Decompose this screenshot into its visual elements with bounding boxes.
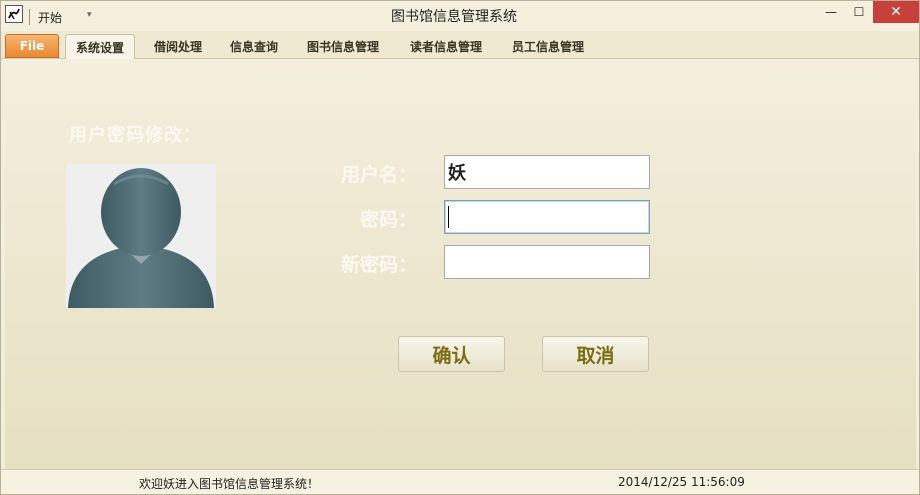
tab-system-settings[interactable]: 系统设置: [65, 34, 136, 59]
status-bar: 欢迎妖进入图书馆信息管理系统！ 2014/12/25 11:56:09: [1, 469, 919, 494]
password-input[interactable]: [444, 200, 650, 234]
tab-book-management[interactable]: 图书信息管理: [297, 34, 389, 58]
password-label: 密码：: [359, 209, 417, 231]
new-password-label: 新密码：: [340, 254, 417, 276]
tab-reader-management[interactable]: 读者信息管理: [400, 34, 492, 58]
main-window: 开始 ▾ 图书馆信息管理系统 — ☐ ✕ File 系统设置 借阅处理 信息查询…: [0, 0, 920, 495]
close-button[interactable]: ✕: [873, 1, 919, 23]
tab-staff-management[interactable]: 员工信息管理: [502, 34, 594, 58]
new-password-input[interactable]: [444, 245, 650, 279]
user-avatar-icon: [66, 164, 216, 308]
cancel-button[interactable]: 取消: [542, 336, 649, 372]
title-bar: 开始 ▾ 图书馆信息管理系统 — ☐ ✕: [1, 1, 919, 31]
status-datetime: 2014/12/25 11:56:09: [618, 475, 745, 489]
username-input[interactable]: 妖: [444, 155, 650, 189]
username-label: 用户名：: [340, 164, 417, 186]
ribbon-tabs: File 系统设置 借阅处理 信息查询 图书信息管理 读者信息管理 员工信息管理: [1, 31, 919, 59]
tab-borrowing[interactable]: 借阅处理: [144, 34, 212, 58]
section-title: 用户密码修改：: [69, 125, 202, 146]
confirm-button[interactable]: 确认: [398, 336, 505, 372]
text-caret: [448, 206, 449, 228]
tab-info-query[interactable]: 信息查询: [220, 34, 288, 58]
window-title: 图书馆信息管理系统: [391, 9, 517, 25]
maximize-button[interactable]: ☐: [843, 1, 875, 23]
content-area: 用户密码修改： 用户名： 妖 密码： 新密码： 确认 取消: [5, 59, 916, 469]
status-welcome: 欢迎妖进入图书馆信息管理系统！: [139, 477, 320, 491]
tab-file[interactable]: File: [5, 34, 59, 58]
